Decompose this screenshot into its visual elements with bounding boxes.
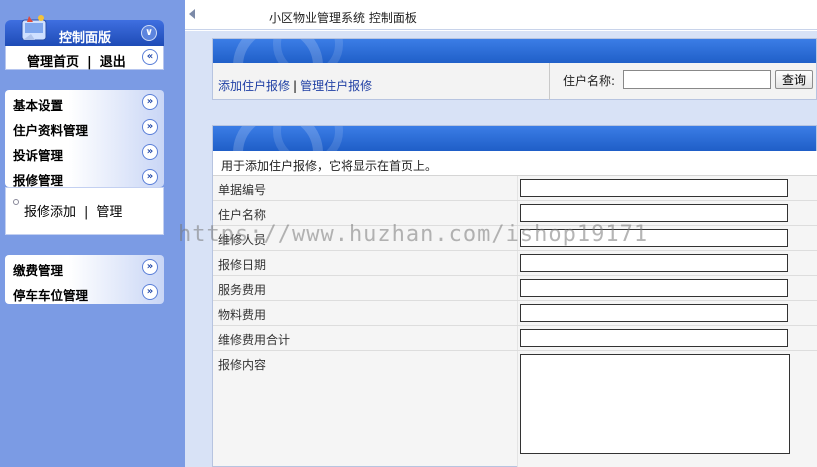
menu-group-1: 基本设置 » 住户资料管理 » 投诉管理 » 报修管理 » [5, 90, 164, 188]
search-box-header [212, 38, 817, 64]
form-row-repair-date: 报修日期 [213, 251, 817, 276]
field-label: 报修内容 [218, 358, 267, 372]
resident-name-search-input[interactable] [623, 70, 771, 89]
form-row-material-fee: 物料费用 [213, 301, 817, 326]
form-row-repair-staff: 维修人员 [213, 226, 817, 251]
field-label: 单据编号 [218, 183, 267, 197]
control-panel-header: 控制面版 ∨ [5, 15, 164, 46]
search-area: 住户名称: 查询 [549, 63, 817, 100]
repairs-submenu: 报修添加 | 管理 [5, 187, 164, 235]
field-label: 物料费用 [218, 308, 267, 322]
logout-link[interactable]: 退出 [100, 55, 126, 70]
search-label: 住户名称: [563, 74, 616, 88]
menu-item-complaints[interactable]: 投诉管理 » [5, 140, 164, 165]
repair-form: 用于添加住户报修，它将显示在首页上。 单据编号 住户名称 维修人员 报修日期 服… [212, 151, 817, 467]
chevron-down-icon[interactable]: » [142, 119, 158, 135]
menu-item-label: 停车车位管理 [13, 288, 89, 303]
menu-item-label: 住户资料管理 [13, 123, 89, 138]
page-title: 小区物业管理系统 控制面板 [269, 11, 417, 25]
form-row-service-fee: 服务费用 [213, 276, 817, 301]
repair-staff-input[interactable] [520, 229, 788, 247]
menu-item-basic-settings[interactable]: 基本设置 » [5, 90, 164, 115]
collapse-sidebar-icon[interactable] [189, 9, 195, 19]
bill-number-input[interactable] [520, 179, 788, 197]
manage-resident-repair-link[interactable]: 管理住户报修 [300, 79, 372, 93]
control-panel-links: 管理首页 | 退出 « [5, 46, 164, 70]
form-intro: 用于添加住户报修，它将显示在首页上。 [213, 151, 817, 176]
control-panel-title: 控制面版 [59, 31, 112, 46]
collapse-panel-icon[interactable]: ∨ [141, 25, 157, 41]
bullet-icon [13, 199, 19, 205]
control-panel-logo-icon [21, 15, 47, 41]
field-label: 维修费用合计 [218, 333, 291, 347]
form-row-repair-content: 报修内容 [213, 351, 817, 467]
menu-item-resident-info[interactable]: 住户资料管理 » [5, 115, 164, 140]
link-separator: | [84, 205, 89, 220]
link-separator: | [293, 79, 298, 93]
search-button[interactable]: 查询 [775, 70, 813, 89]
form-row-total-fee: 维修费用合计 [213, 326, 817, 351]
add-resident-repair-link[interactable]: 添加住户报修 [218, 79, 290, 93]
field-label: 服务费用 [218, 283, 267, 297]
chevron-down-icon[interactable]: » [142, 259, 158, 275]
field-label: 报修日期 [218, 258, 267, 272]
menu-item-label: 投诉管理 [13, 148, 64, 163]
total-fee-input[interactable] [520, 329, 788, 347]
field-label: 维修人员 [218, 233, 267, 247]
manage-repair-link[interactable]: 管理 [96, 205, 122, 220]
chevron-down-icon[interactable]: » [142, 284, 158, 300]
resident-name-input[interactable] [520, 204, 788, 222]
material-fee-input[interactable] [520, 304, 788, 322]
menu-item-parking[interactable]: 停车车位管理 » [5, 280, 164, 305]
chevron-down-icon[interactable]: » [142, 144, 158, 160]
repair-date-input[interactable] [520, 254, 788, 272]
sidebar: 控制面版 ∨ 管理首页 | 退出 « 基本设置 » 住户资料管理 » 投诉管理 » … [0, 0, 185, 467]
menu-item-label: 基本设置 [13, 98, 64, 113]
chevron-left-icon[interactable]: « [142, 49, 158, 65]
chevron-down-icon[interactable]: » [142, 169, 158, 185]
link-separator: | [87, 55, 92, 70]
field-label: 住户名称 [218, 208, 267, 222]
form-intro-text: 用于添加住户报修，它将显示在首页上。 [221, 159, 438, 173]
chevron-down-icon[interactable]: » [142, 94, 158, 110]
menu-item-label: 缴费管理 [13, 263, 64, 278]
form-box-header [212, 125, 817, 151]
menu-item-payments[interactable]: 缴费管理 » [5, 255, 164, 280]
top-bar: 小区物业管理系统 控制面板 [185, 0, 817, 30]
repair-content-textarea[interactable] [520, 354, 790, 454]
menu-group-2: 缴费管理 » 停车车位管理 » [5, 255, 164, 304]
toolbar: 添加住户报修 | 管理住户报修 住户名称: 查询 [212, 63, 817, 100]
form-row-bill-number: 单据编号 [213, 176, 817, 201]
admin-home-link[interactable]: 管理首页 [27, 55, 79, 70]
service-fee-input[interactable] [520, 279, 788, 297]
form-row-resident-name: 住户名称 [213, 201, 817, 226]
add-repair-link[interactable]: 报修添加 [24, 205, 76, 220]
